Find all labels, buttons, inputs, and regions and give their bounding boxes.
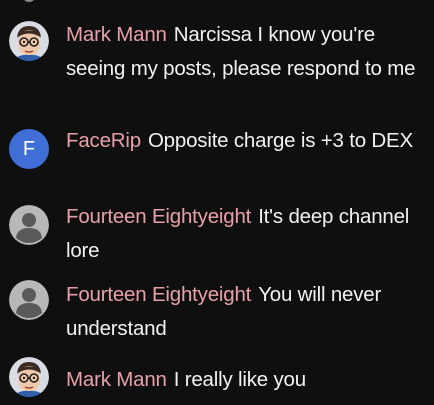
live-chat-panel: Mark Mann Narcissa I know you're seeing m… (0, 0, 434, 405)
message-body: Mark Mann I really like you (66, 363, 426, 397)
author-name[interactable]: Fourteen Eightyeight (66, 205, 251, 228)
message-body: FaceRip Opposite charge is +3 to DEX (66, 124, 426, 158)
avatar[interactable] (9, 280, 49, 320)
avatar[interactable]: F (9, 129, 49, 169)
cartoon-face-glasses-icon (9, 21, 49, 61)
message-text: I really like you (173, 368, 306, 391)
message-body: Fourteen Eightyeight You will never under… (66, 278, 426, 346)
default-person-icon (9, 205, 49, 245)
message-body: Fourteen Eightyeight It's deep channel lo… (66, 200, 426, 268)
previous-avatar-fragment (22, 0, 36, 2)
avatar[interactable] (9, 357, 49, 397)
avatar[interactable] (9, 21, 49, 61)
author-name[interactable]: FaceRip (66, 129, 141, 152)
author-name[interactable]: Mark Mann (66, 23, 167, 46)
author-name[interactable]: Mark Mann (66, 368, 167, 391)
avatar[interactable] (9, 205, 49, 245)
message-body: Mark Mann Narcissa I know you're seeing m… (66, 18, 426, 86)
message-text: Opposite charge is +3 to DEX (147, 129, 413, 152)
author-name[interactable]: Fourteen Eightyeight (66, 283, 251, 306)
default-person-icon (9, 280, 49, 320)
avatar-letter: F (22, 138, 36, 160)
cartoon-face-glasses-icon (9, 357, 49, 397)
